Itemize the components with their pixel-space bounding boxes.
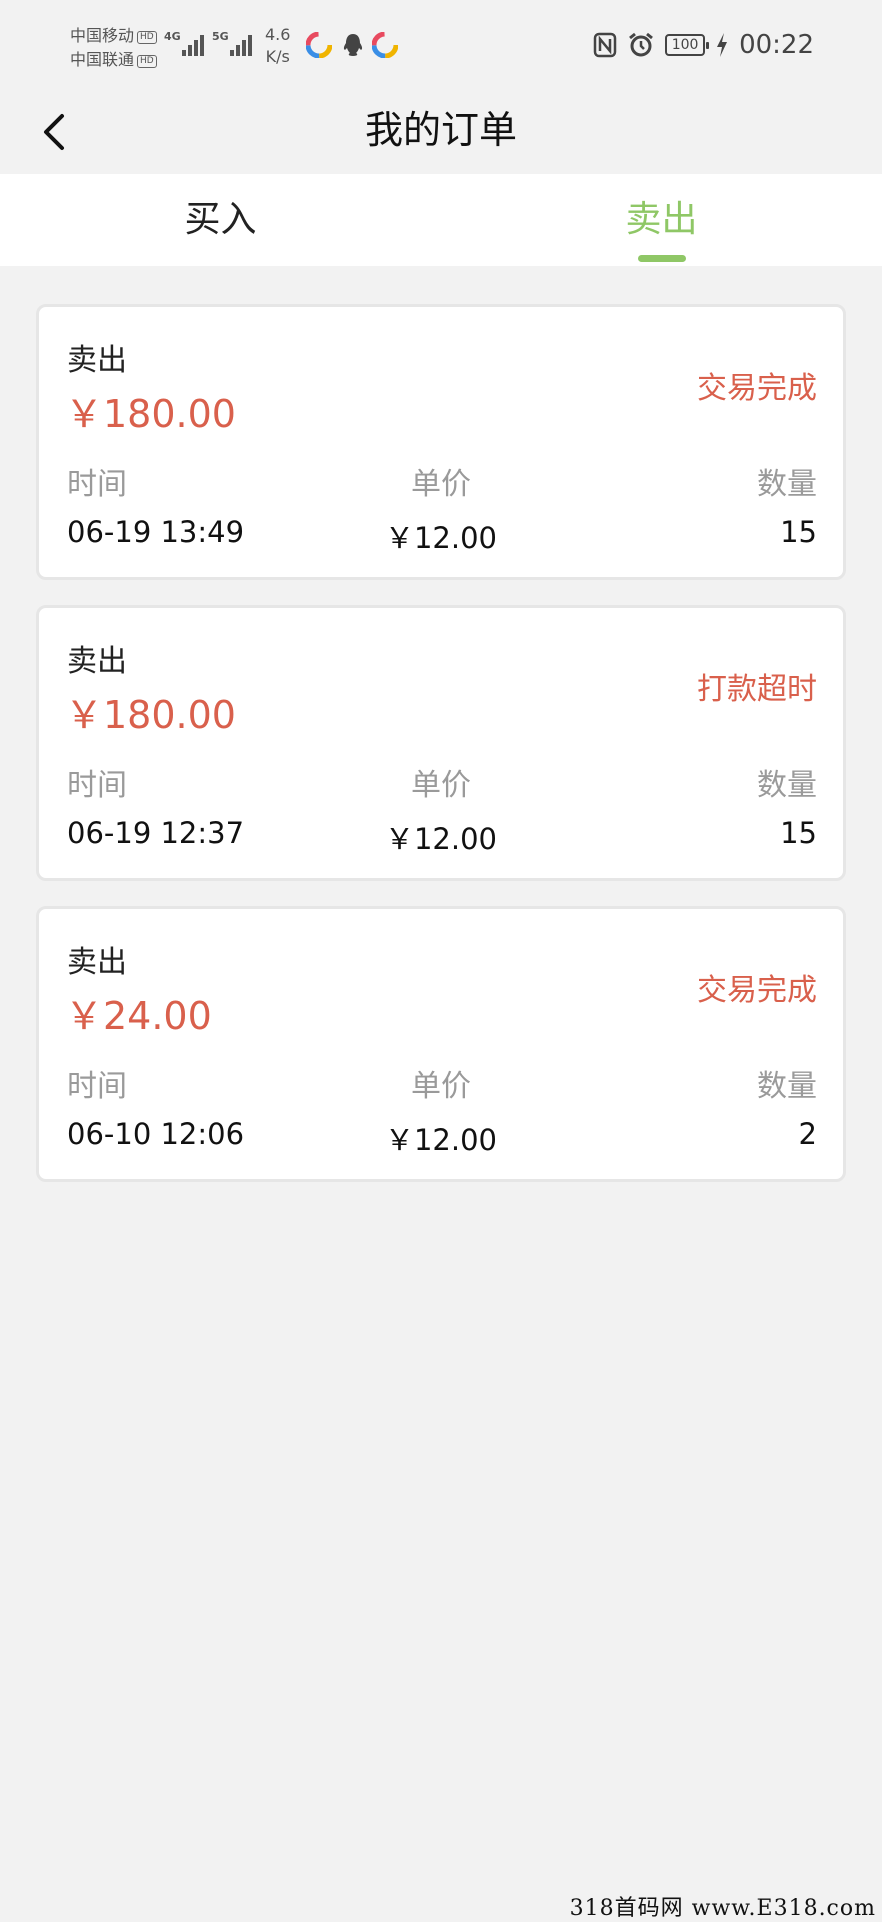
- watermark: 318首码网 www.E318.com: [569, 1896, 876, 1921]
- nfc-icon: [593, 32, 617, 58]
- unit-price: ￥12.00: [384, 521, 498, 555]
- order-amount: ￥24.00: [65, 994, 212, 1038]
- alarm-icon: [629, 32, 653, 57]
- order-card[interactable]: 卖出 ￥180.00 打款超时 时间 单价 数量 06-19 12:37 ￥12…: [36, 605, 846, 881]
- order-card[interactable]: 卖出 ￥24.00 交易完成 时间 单价 数量 06-10 12:06 ￥12.…: [36, 906, 846, 1182]
- order-quantity: 15: [780, 515, 817, 549]
- order-tabs: 买入 卖出: [0, 174, 882, 266]
- signal-2-label: 5G: [212, 30, 229, 43]
- clock: 00:22: [739, 30, 814, 60]
- quantity-label: 数量: [757, 768, 817, 803]
- app-notification-icon: [372, 32, 398, 58]
- navigation-header: 我的订单: [0, 90, 882, 174]
- unit-price: ￥12.00: [384, 822, 498, 856]
- network-speed: 4.6 K/s: [265, 24, 290, 68]
- quantity-label: 数量: [757, 1069, 817, 1104]
- tab-buy-label: 买入: [184, 199, 257, 240]
- active-tab-indicator: [637, 255, 686, 262]
- qq-icon: [343, 34, 363, 56]
- price-label: 单价: [411, 467, 471, 502]
- signal-1-label: 4G: [164, 30, 181, 43]
- order-quantity: 2: [798, 1117, 817, 1151]
- order-amount: ￥180.00: [65, 693, 236, 737]
- page-title: 我的订单: [364, 108, 517, 152]
- charging-icon: [717, 33, 728, 57]
- order-status: 打款超时: [697, 672, 817, 707]
- price-label: 单价: [411, 1069, 471, 1104]
- order-status: 交易完成: [697, 973, 817, 1008]
- status-right: 100 00:22: [593, 28, 814, 62]
- carrier-1: 中国移动: [70, 26, 135, 45]
- order-type: 卖出: [67, 343, 127, 378]
- order-quantity: 15: [780, 816, 817, 850]
- tab-buy[interactable]: 买入: [0, 174, 441, 266]
- order-status: 交易完成: [697, 371, 817, 406]
- tab-sell-label: 卖出: [625, 199, 698, 240]
- quantity-label: 数量: [757, 467, 817, 502]
- unit-price: ￥12.00: [384, 1123, 498, 1157]
- order-type: 卖出: [67, 644, 127, 679]
- hd-badge: HD: [137, 55, 157, 68]
- battery-indicator: 100: [665, 34, 710, 56]
- order-type: 卖出: [67, 945, 127, 980]
- carrier-2: 中国联通: [70, 50, 135, 69]
- status-bar: 中国移动 HD 中国联通 HD 4G 5G 4.6 K/s 100 00:22: [0, 0, 882, 90]
- order-amount: ￥180.00: [65, 392, 236, 436]
- tab-sell[interactable]: 卖出: [441, 174, 882, 266]
- order-card[interactable]: 卖出 ￥180.00 交易完成 时间 单价 数量 06-19 13:49 ￥12…: [36, 304, 846, 580]
- speed-unit: K/s: [265, 47, 290, 66]
- price-label: 单价: [411, 768, 471, 803]
- speed-value: 4.6: [265, 25, 291, 44]
- hd-badge: HD: [137, 31, 157, 44]
- app-notification-icon: [306, 32, 332, 58]
- carrier-info: 中国移动 HD 中国联通 HD: [70, 24, 157, 72]
